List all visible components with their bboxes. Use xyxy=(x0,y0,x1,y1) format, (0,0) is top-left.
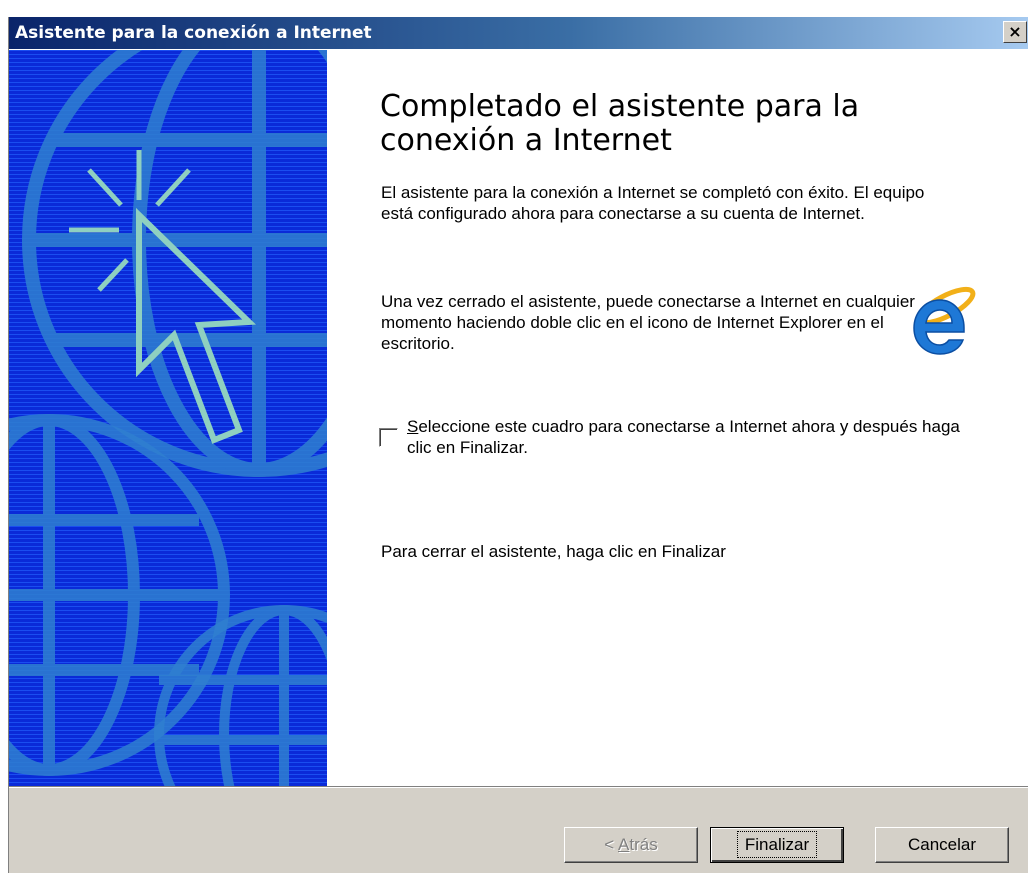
back-prefix: < xyxy=(604,835,619,854)
wizard-side-panel xyxy=(9,50,327,786)
wizard-content: Completado el asistente para la conexión… xyxy=(327,50,1028,786)
wizard-window: Asistente para la conexión a Internet × xyxy=(8,17,1028,873)
connect-now-label[interactable]: Seleccione este cuadro para conectarse a… xyxy=(407,416,967,458)
close-instructions: Para cerrar el asistente, haga clic en F… xyxy=(381,542,726,561)
finish-button[interactable]: Finalizar xyxy=(710,827,844,863)
back-rest: trás xyxy=(629,835,658,854)
back-button[interactable]: < Atrás xyxy=(564,827,698,863)
cancel-label: Cancelar xyxy=(907,835,977,854)
connect-instructions: Una vez cerrado el asistente, puede cone… xyxy=(381,292,915,353)
button-bar: < Atrás Finalizar Cancelar xyxy=(9,786,1028,873)
connect-now-text: eleccione este cuadro para conectarse a … xyxy=(407,417,960,457)
globe-cursor-illustration xyxy=(9,50,327,786)
title-bar: Asistente para la conexión a Internet × xyxy=(9,17,1028,49)
finish-label: Finalizar xyxy=(736,831,818,858)
completion-message: El asistente para la conexión a Internet… xyxy=(381,183,925,223)
close-button[interactable]: × xyxy=(1003,21,1027,43)
close-icon: × xyxy=(1008,22,1022,41)
internet-explorer-icon xyxy=(913,286,976,355)
cancel-button[interactable]: Cancelar xyxy=(875,827,1009,863)
connect-now-checkbox[interactable] xyxy=(379,428,398,447)
connect-now-accel: S xyxy=(407,417,419,436)
page-title: Completado el asistente para la conexión… xyxy=(380,89,860,158)
window-title: Asistente para la conexión a Internet xyxy=(15,23,372,43)
back-accel: A xyxy=(618,835,630,854)
